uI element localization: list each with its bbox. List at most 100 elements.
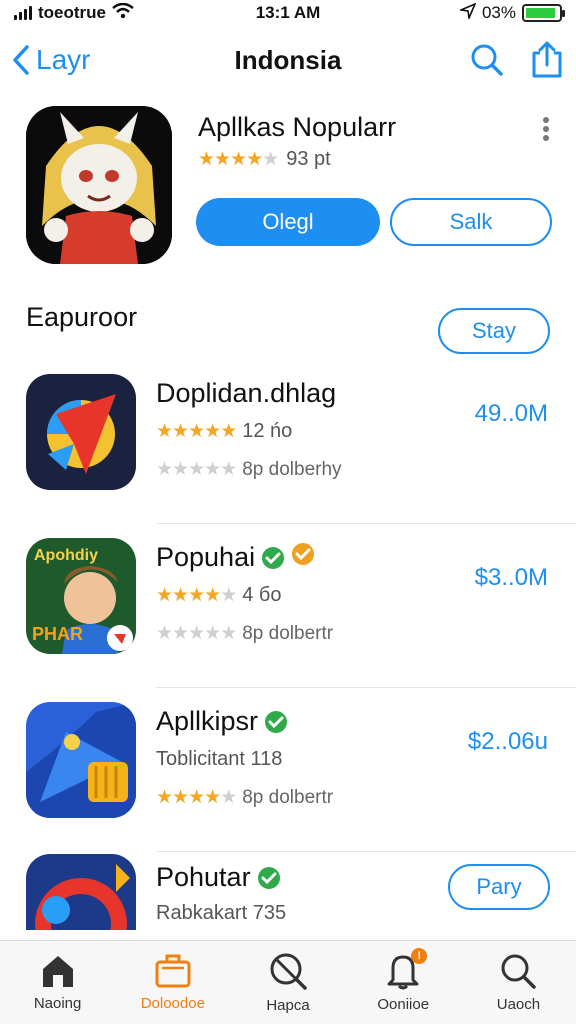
badge-icon <box>291 542 315 573</box>
star-filled-icon: ★ <box>156 787 173 808</box>
tab-discover[interactable]: Hapca <box>230 941 345 1024</box>
verified-icon <box>264 710 288 734</box>
star-empty-icon: ★ <box>172 623 189 644</box>
search-icon <box>471 44 503 76</box>
featured-rating-text: 93 pt <box>286 148 331 170</box>
app-icon <box>26 702 136 818</box>
section-action-button[interactable]: Stay <box>438 308 550 354</box>
featured-rating: ★★★★★ 93 pt <box>198 148 331 171</box>
star-filled-icon: ★ <box>172 787 189 808</box>
app-rating: ★★★★★ 12 ńo <box>156 420 292 443</box>
list-item[interactable]: Doplidan.dhlag ★★★★★ 12 ńo ★★★★★ 8p dolb… <box>26 360 576 524</box>
star-empty-icon: ★ <box>188 459 205 480</box>
notification-badge: ! <box>411 948 428 964</box>
star-empty-icon: ★ <box>220 459 237 480</box>
search-button[interactable] <box>470 43 504 77</box>
status-bar: toeotrue 13:1 AM 03% <box>0 0 576 26</box>
tab-label: Uaoch <box>496 996 541 1013</box>
star-filled-icon: ★ <box>204 585 221 606</box>
star-filled-icon: ★ <box>172 585 189 606</box>
app-secondary-info: ★★★★★ 8p dolbertr <box>156 786 333 809</box>
star-filled-icon: ★ <box>198 149 215 170</box>
app-price[interactable]: $2..06u <box>468 728 548 756</box>
star-rating: ★★★★★ <box>156 786 237 809</box>
star-rating: ★★★★★ <box>156 584 237 607</box>
app-subtitle: Rabkakart 735 <box>156 902 286 925</box>
icon-text-bottom: PHAR <box>32 624 83 644</box>
app-name-wrap: Apllkipsr <box>156 706 288 737</box>
back-label: Layr <box>36 44 91 75</box>
star-filled-icon: ★ <box>204 787 221 808</box>
status-right: 03% <box>458 1 565 24</box>
star-empty-icon: ★ <box>172 459 189 480</box>
app-subtitle-text: Rabkakart 735 <box>156 902 287 924</box>
app-subtitle-text: Toblicitant 118 <box>156 748 283 770</box>
app-meta-text: 8p dolbertr <box>242 786 334 808</box>
nav-bar: Layr Indonsia <box>0 34 576 86</box>
share-button[interactable] <box>530 41 564 79</box>
app-name: Pohutar <box>156 862 251 892</box>
more-options-button[interactable] <box>542 116 550 147</box>
tab-notifications[interactable]: ! Ooniioe <box>346 941 461 1024</box>
icon-text-top: Apohdiy <box>34 547 98 564</box>
search-icon <box>501 954 537 989</box>
app-secondary-info: ★★★★★ 8p dolbertr <box>156 622 333 645</box>
briefcase-icon <box>155 954 191 988</box>
star-empty-icon: ★ <box>156 459 173 480</box>
battery-level <box>526 8 555 18</box>
featured-app-icon[interactable] <box>26 106 172 264</box>
star-rating: ★★★★★ <box>156 420 237 443</box>
star-filled-icon: ★ <box>156 585 173 606</box>
app-action-button[interactable]: Pary <box>448 864 550 910</box>
star-rating-empty: ★★★★★ <box>156 458 237 481</box>
star-empty-icon: ★ <box>204 459 221 480</box>
star-empty-icon: ★ <box>220 623 237 644</box>
app-name-wrap: Pohutar <box>156 862 281 893</box>
star-filled-icon: ★ <box>172 421 189 442</box>
app-icon <box>26 854 136 930</box>
tab-downloads[interactable]: Doloodoe <box>115 941 230 1024</box>
tab-search[interactable]: Uaoch <box>461 941 576 1024</box>
app-rating: ★★★★★ 4 бo <box>156 584 282 607</box>
app-secondary-info: ★★★★★ 8p dolberhy <box>156 458 342 481</box>
battery-icon <box>522 4 565 22</box>
section-title: Eapuroor <box>26 302 138 332</box>
tab-home[interactable]: Naoing <box>0 941 115 1024</box>
star-empty-icon: ★ <box>156 623 173 644</box>
star-filled-icon: ★ <box>230 149 247 170</box>
star-rating: ★★★★★ <box>198 148 279 171</box>
signal-icon <box>14 6 32 20</box>
star-filled-icon: ★ <box>246 149 263 170</box>
star-filled-icon: ★ <box>214 149 231 170</box>
star-filled-icon: ★ <box>156 421 173 442</box>
star-empty-icon: ★ <box>220 787 237 808</box>
app-meta-text: 8p dolbertr <box>242 622 334 644</box>
app-rating-text: 4 бo <box>242 584 282 606</box>
list-item[interactable]: Apohdiy PHAR Popuhai ★★★★★ 4 бo ★★★★★ 8p… <box>26 524 576 688</box>
star-empty-icon: ★ <box>262 149 279 170</box>
featured-app-title: Apllkas Nopularr <box>198 112 397 142</box>
star-filled-icon: ★ <box>188 585 205 606</box>
app-price[interactable]: 49..0M <box>475 400 548 428</box>
app-name: Apllkipsr <box>156 706 259 736</box>
list-item[interactable]: Pohutar Rabkakart 735 Pary <box>26 852 576 932</box>
verified-icon <box>257 866 281 890</box>
bell-wrap: ! <box>385 948 428 990</box>
back-button[interactable]: Layr <box>12 44 90 76</box>
get-button[interactable]: Olegl <box>196 198 380 246</box>
star-filled-icon: ★ <box>188 421 205 442</box>
more-vertical-icon <box>543 117 549 141</box>
carrier-name: toeotrue <box>38 3 106 22</box>
tab-label: Ooniioe <box>377 996 430 1013</box>
location-icon <box>458 1 477 24</box>
nav-actions <box>470 41 564 79</box>
app-list: Doplidan.dhlag ★★★★★ 12 ńo ★★★★★ 8p dolb… <box>0 360 576 932</box>
app-subtitle: Toblicitant 118 <box>156 748 282 771</box>
no-search-icon <box>270 953 307 990</box>
verified-icon <box>261 546 285 570</box>
list-item[interactable]: Apllkipsr Toblicitant 118 ★★★★★ 8p dolbe… <box>26 688 576 852</box>
app-icon <box>26 374 136 490</box>
app-price[interactable]: $3..0M <box>475 564 548 592</box>
secondary-button[interactable]: Salk <box>390 198 552 246</box>
star-empty-icon: ★ <box>188 623 205 644</box>
